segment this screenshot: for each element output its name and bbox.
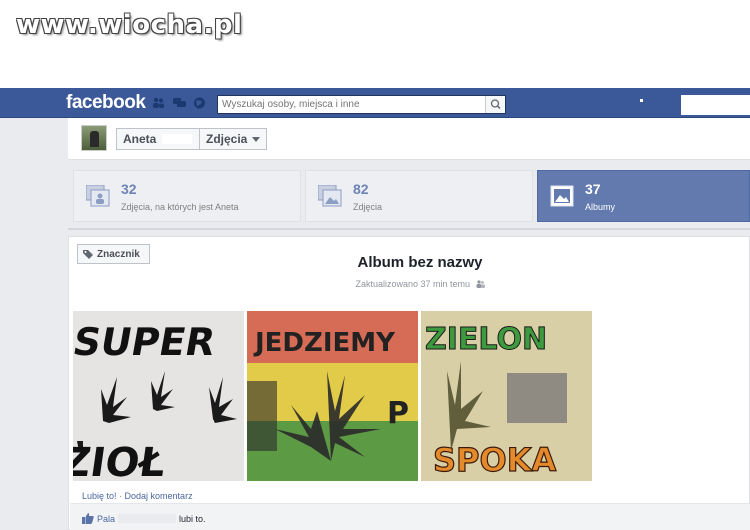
tab-albums[interactable]: 37 Albumy	[537, 170, 750, 222]
albums-icon	[550, 185, 574, 207]
chevron-down-icon	[252, 136, 261, 142]
photo-drawing: JEDZIEMY P	[247, 311, 418, 481]
tag-button-label: Znacznik	[97, 248, 140, 260]
tab-photos-of-user[interactable]: 32 Zdjęcia, na których jest Aneta	[73, 170, 301, 222]
search-box[interactable]	[217, 95, 506, 114]
liker-name[interactable]: Pala	[97, 514, 115, 524]
avatar[interactable]	[81, 125, 107, 151]
photo-caption: ZIELON	[425, 322, 547, 357]
search-icon	[490, 99, 501, 110]
album-updated-time: Zaktualizowano 37 min temu	[300, 279, 540, 289]
redacted-surname	[162, 134, 192, 144]
tab-photos[interactable]: 82 Zdjęcia	[305, 170, 533, 222]
breadcrumb: Aneta Zdjęcia	[116, 128, 268, 150]
redacted-liker-surname	[118, 514, 177, 523]
tab-label: Zdjęcia, na których jest Aneta	[121, 202, 239, 212]
tag-icon	[83, 250, 93, 259]
notifications-globe-icon[interactable]	[193, 97, 206, 109]
profile-name-text: Aneta	[123, 132, 157, 146]
tab-count: 82	[353, 181, 369, 197]
photo-drawing: ZIELON SPOKA	[421, 311, 592, 481]
photos-icon	[318, 185, 342, 207]
breadcrumb-profile-name[interactable]: Aneta	[117, 129, 200, 149]
avatar-figure	[90, 131, 99, 147]
search-input[interactable]	[218, 96, 486, 113]
photo-caption: P	[387, 396, 409, 431]
thumbs-up-icon	[82, 513, 94, 524]
album-photo[interactable]: JEDZIEMY P	[247, 311, 418, 481]
comment-link[interactable]: Dodaj komentarz	[125, 491, 193, 501]
photo-caption: ZIOŁ	[73, 440, 168, 481]
tab-label: Albumy	[585, 202, 616, 212]
photo-caption: SUPER	[73, 320, 219, 365]
section-label: Zdjęcia	[206, 132, 248, 146]
tagged-photos-icon	[86, 185, 110, 207]
tab-count: 32	[121, 181, 137, 197]
tab-label: Zdjęcia	[353, 202, 383, 212]
section-divider	[68, 228, 750, 230]
photo-caption: JEDZIEMY	[253, 328, 396, 358]
album-photo[interactable]: ZIELON SPOKA	[421, 311, 592, 481]
bar-dot	[640, 99, 643, 102]
actions-separator: ·	[116, 491, 125, 501]
album-actions: Lubię to! · Dodaj komentarz	[82, 491, 193, 501]
like-link[interactable]: Lubię to!	[82, 491, 117, 501]
facebook-logo[interactable]: facebook	[66, 92, 146, 114]
likes-suffix: lubi to.	[179, 513, 206, 524]
friend-requests-icon[interactable]	[152, 97, 165, 109]
tag-button[interactable]: Znacznik	[77, 244, 150, 264]
redacted-user-area	[681, 95, 750, 115]
site-watermark: www.wiocha.pl	[16, 10, 243, 40]
tab-count: 37	[585, 181, 601, 197]
album-title: Album bez nazwy	[357, 254, 483, 271]
likes-line: Pala lubi to.	[82, 513, 206, 524]
top-navigation-bar: facebook	[0, 88, 750, 118]
friends-audience-icon	[476, 280, 485, 288]
messages-icon[interactable]	[173, 97, 186, 109]
photo-drawing: SUPER ZIOŁ	[73, 311, 244, 481]
search-button[interactable]	[485, 96, 505, 113]
photo-caption: SPOKA	[433, 441, 557, 479]
breadcrumb-section-dropdown[interactable]: Zdjęcia	[200, 132, 266, 146]
album-photo[interactable]: SUPER ZIOŁ	[73, 311, 244, 481]
updated-text: Zaktualizowano 37 min temu	[355, 279, 471, 289]
